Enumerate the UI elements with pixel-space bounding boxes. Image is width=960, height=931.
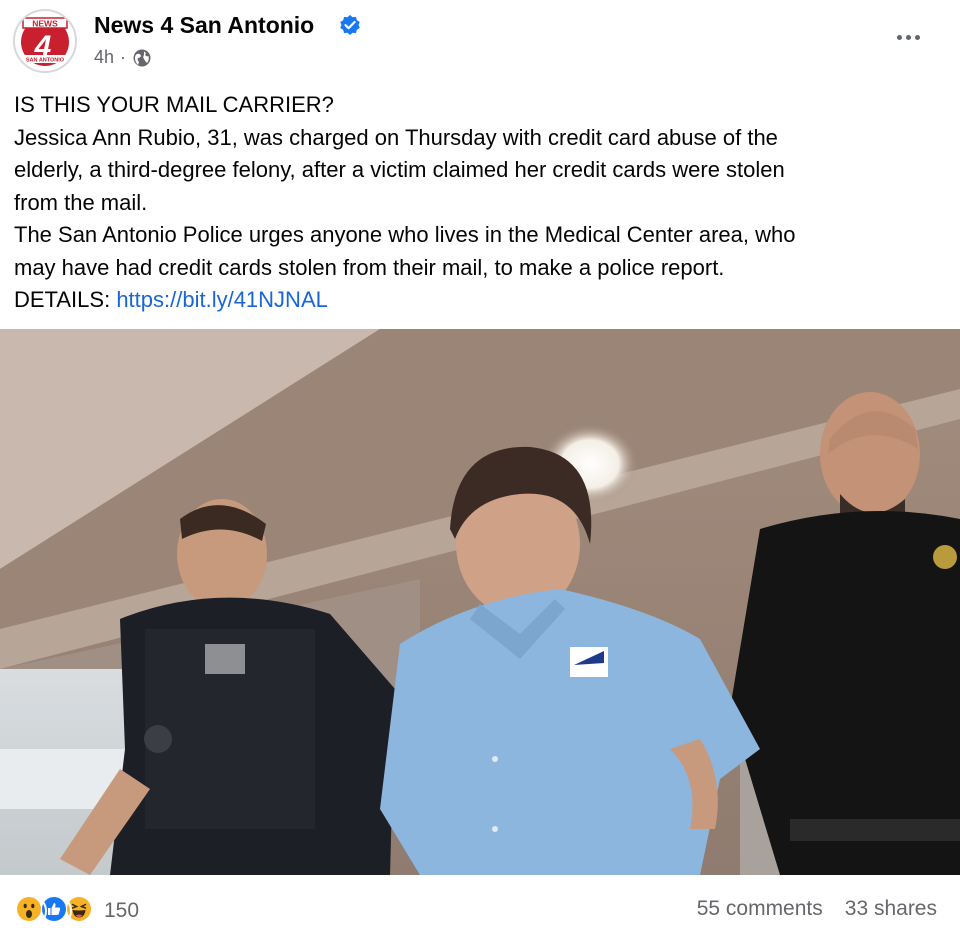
news4-logo: NEWS 4 SAN ANTONIO: [16, 12, 74, 70]
shares-count[interactable]: 33 shares: [845, 897, 937, 921]
wow-reaction-icon: [15, 895, 47, 927]
post-text-line: The San Antonio Police urges anyone who …: [14, 222, 796, 247]
wow-face-icon: [17, 897, 41, 921]
post-text-line: from the mail.: [14, 189, 148, 215]
more-options-button[interactable]: [891, 25, 925, 49]
post-footer: 150 55 comments 33 shares: [0, 875, 960, 931]
dot-icon: [914, 34, 920, 40]
comments-count[interactable]: 55 comments: [697, 897, 823, 921]
post-text-line: elderly, a third-degree felony, after a …: [14, 157, 785, 182]
arrest-photo: [0, 329, 960, 875]
post-meta: 4h ·: [94, 47, 152, 68]
details-link[interactable]: https://bit.ly/41NJNAL: [116, 287, 328, 312]
svg-text:NEWS: NEWS: [32, 19, 58, 29]
post-timestamp[interactable]: 4h: [94, 47, 114, 68]
svg-text:SAN ANTONIO: SAN ANTONIO: [26, 58, 65, 64]
post-text-line: Jessica Ann Rubio, 31, was charged on Th…: [14, 124, 778, 150]
page-avatar[interactable]: NEWS 4 SAN ANTONIO: [13, 9, 77, 73]
dot-icon: [905, 34, 911, 40]
meta-separator: ·: [120, 47, 127, 67]
post-header: NEWS 4 SAN ANTONIO News 4 San Antonio 4h…: [0, 0, 960, 80]
post-text: IS THIS YOUR MAIL CARRIER? Jessica Ann R…: [14, 89, 944, 317]
page-name[interactable]: News 4 San Antonio: [94, 12, 314, 39]
reactions-summary[interactable]: 150: [15, 895, 139, 927]
details-label: DETAILS:: [14, 287, 111, 312]
dot-icon: [896, 34, 902, 40]
post-details-line: DETAILS: https://bit.ly/41NJNAL: [14, 284, 944, 317]
globe-icon: [133, 49, 151, 66]
reaction-count: 150: [104, 899, 140, 922]
post-photo[interactable]: [0, 329, 960, 875]
post-text-line: IS THIS YOUR MAIL CARRIER?: [14, 92, 334, 117]
post-text-line: may have had credit cards stolen from th…: [14, 254, 725, 280]
verified-badge-icon: [340, 15, 360, 35]
engagement-counts: 55 comments 33 shares: [697, 897, 937, 921]
